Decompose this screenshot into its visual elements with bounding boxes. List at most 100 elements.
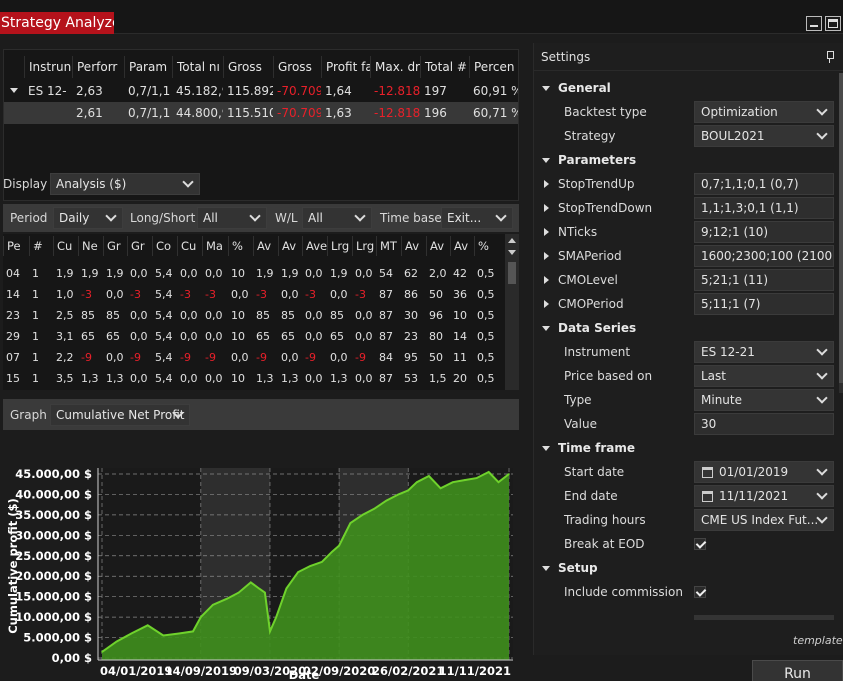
settings-value-field[interactable]: Last (694, 365, 834, 387)
collapse-triangle-icon[interactable] (542, 86, 550, 91)
settings-row[interactable]: Trading hours CME US Index Fut... (534, 508, 843, 532)
settings-row[interactable]: Instrument ES 12-21 (534, 340, 843, 364)
settings-value-field[interactable]: 9;12;1 (10) (694, 221, 834, 243)
settings-row[interactable]: Strategy BOUL2021 (534, 124, 843, 148)
calendar-icon[interactable] (702, 491, 713, 502)
settings-value-field[interactable]: Optimization (694, 101, 834, 123)
period-column-header[interactable]: Ne (78, 236, 103, 256)
run-button[interactable]: Run (752, 660, 843, 681)
period-column-header[interactable]: % (228, 236, 253, 256)
results-column-header[interactable]: Percen (469, 56, 518, 78)
checkbox[interactable] (694, 538, 706, 550)
settings-value-field[interactable]: 1,1;1,3;0,1 (1,1) (694, 197, 834, 219)
settings-row[interactable]: NTicks 9;12;1 (10) (534, 220, 843, 244)
settings-category[interactable]: Setup (534, 556, 843, 580)
period-row[interactable]: 07 1 2,2 -9 0,0 -9 5,4 -9 -9 0,0 -9 0,0 -9 0,0 -9 84 95 5… (3, 348, 503, 368)
settings-row[interactable]: End date 11/11/2021 (534, 484, 843, 508)
settings-row[interactable]: Backtest type Optimization (534, 100, 843, 124)
results-column-header[interactable]: Max. dr (370, 56, 420, 78)
settings-scrollbar[interactable] (839, 73, 843, 393)
settings-category[interactable]: Time frame (534, 436, 843, 460)
settings-row[interactable]: SMAPeriod 1600;2300;100 (2100) (534, 244, 843, 268)
period-column-header[interactable]: Ma (202, 236, 228, 256)
settings-row[interactable]: Type Minute (534, 388, 843, 412)
results-column-header[interactable]: Profit fa (321, 56, 370, 78)
period-column-header[interactable]: Av (450, 236, 474, 256)
expand-triangle-icon[interactable] (544, 276, 549, 284)
collapse-triangle-icon[interactable] (542, 326, 550, 331)
expand-triangle-icon[interactable] (544, 252, 549, 260)
settings-value-field[interactable]: 5;11;1 (7) (694, 293, 834, 315)
period-column-header[interactable]: MT (376, 236, 401, 256)
results-row[interactable]: ES 12- 2,63 0,7/1,1 45.182,9 115.892 -70.709,… (4, 80, 518, 102)
settings-value-field[interactable]: CME US Index Fut... (694, 509, 834, 531)
period-row[interactable]: 29 1 3,1 65 65 0,0 5,4 0,0 0,0 10 65 65 0,0 65 0,0 87 23… (3, 327, 503, 347)
scroll-thumb[interactable] (508, 262, 516, 284)
expand-triangle-icon[interactable] (10, 88, 18, 93)
settings-category[interactable]: General (534, 76, 843, 100)
settings-value-field[interactable]: 1600;2300;100 (2100) (694, 245, 834, 267)
calendar-icon[interactable] (702, 467, 713, 478)
expand-triangle-icon[interactable] (544, 204, 549, 212)
period-column-header[interactable]: # (29, 236, 53, 256)
period-column-header[interactable]: Gr (103, 236, 127, 256)
results-row-selected[interactable]: 2,61 0,7/1,1 44.800,9 115.510 -70.709, 1,63 -1… (4, 102, 518, 124)
settings-row[interactable]: CMOPeriod 5;11;1 (7) (534, 292, 843, 316)
expand-triangle-icon[interactable] (544, 228, 549, 236)
results-column-header[interactable]: Param (124, 56, 172, 78)
collapse-triangle-icon[interactable] (542, 446, 550, 451)
period-scrollbar[interactable] (505, 234, 519, 390)
expand-triangle-icon[interactable] (544, 300, 549, 308)
template-label[interactable]: template (793, 634, 843, 647)
results-column-header[interactable]: Gross (273, 56, 321, 78)
period-column-header[interactable]: Lrg (352, 236, 376, 256)
settings-row[interactable]: Break at EOD (534, 532, 843, 556)
timebase-select[interactable]: Exit... (441, 207, 513, 229)
results-column-header[interactable]: Total nı (172, 56, 223, 78)
period-row[interactable]: 15 1 3,5 1,3 1,3 0,0 5,4 0,0 0,0 10 1,3 1,3 0,0 1,3 0,… (3, 369, 503, 389)
period-column-header[interactable]: Ave (302, 236, 327, 256)
minimize-icon[interactable] (806, 16, 822, 31)
period-column-header[interactable]: Av (278, 236, 302, 256)
period-column-header[interactable]: Cu (53, 236, 78, 256)
period-column-header[interactable]: Lrg (327, 236, 352, 256)
settings-value-field[interactable]: 5;21;1 (11) (694, 269, 834, 291)
pin-icon[interactable] (826, 51, 834, 63)
collapse-triangle-icon[interactable] (542, 158, 550, 163)
settings-row[interactable]: Start date 01/01/2019 (534, 460, 843, 484)
settings-value-field[interactable]: Minute (694, 389, 834, 411)
period-column-header[interactable]: Av (253, 236, 278, 256)
display-select[interactable]: Analysis ($) (50, 173, 200, 195)
settings-row[interactable]: CMOLevel 5;21;1 (11) (534, 268, 843, 292)
results-column-header[interactable]: Total # (420, 56, 469, 78)
results-column-header[interactable]: Gross (223, 56, 273, 78)
longshort-select[interactable]: All (197, 207, 267, 229)
settings-row[interactable]: StopTrendDown 1,1;1,3;0,1 (1,1) (534, 196, 843, 220)
period-select[interactable]: Daily (53, 207, 123, 229)
settings-value-field[interactable]: BOUL2021 (694, 125, 834, 147)
expand-triangle-icon[interactable] (544, 180, 549, 188)
maximize-icon[interactable] (825, 16, 841, 31)
graph-select[interactable]: Cumulative Net Profit (50, 404, 190, 426)
period-column-header[interactable]: Co (152, 236, 177, 256)
settings-value-field[interactable]: 11/11/2021 (694, 485, 834, 507)
settings-category[interactable]: Parameters (534, 148, 843, 172)
period-row[interactable]: 04 1 1,9 1,9 1,9 0,0 5,4 0,0 0,0 10 1,9 1,9 0,0 1,9 0,… (3, 264, 503, 284)
settings-row[interactable]: Price based on Last (534, 364, 843, 388)
wl-select[interactable]: All (302, 207, 372, 229)
settings-row[interactable]: Value 30 (534, 412, 843, 436)
settings-value-field[interactable]: ES 12-21 (694, 341, 834, 363)
period-column-header[interactable]: Av (401, 236, 426, 256)
settings-value-field[interactable]: 0,7;1,1;0,1 (0,7) (694, 173, 834, 195)
period-column-header[interactable]: Av (426, 236, 450, 256)
checkbox[interactable] (694, 586, 706, 598)
settings-value-field[interactable]: 30 (694, 413, 834, 435)
collapse-triangle-icon[interactable] (542, 566, 550, 571)
period-column-header[interactable]: Cu (177, 236, 202, 256)
period-column-header[interactable]: % (474, 236, 497, 256)
settings-value-field[interactable]: 01/01/2019 (694, 461, 834, 483)
scroll-up-icon[interactable] (508, 238, 516, 243)
settings-category[interactable]: Data Series (534, 316, 843, 340)
period-row[interactable]: 14 1 1,0 -3 0,0 -3 5,4 -3 -3 0,0 -3 0,0 -3 0,0 -3 87 86 5… (3, 285, 503, 305)
results-column-header[interactable]: Perforr (72, 56, 124, 78)
